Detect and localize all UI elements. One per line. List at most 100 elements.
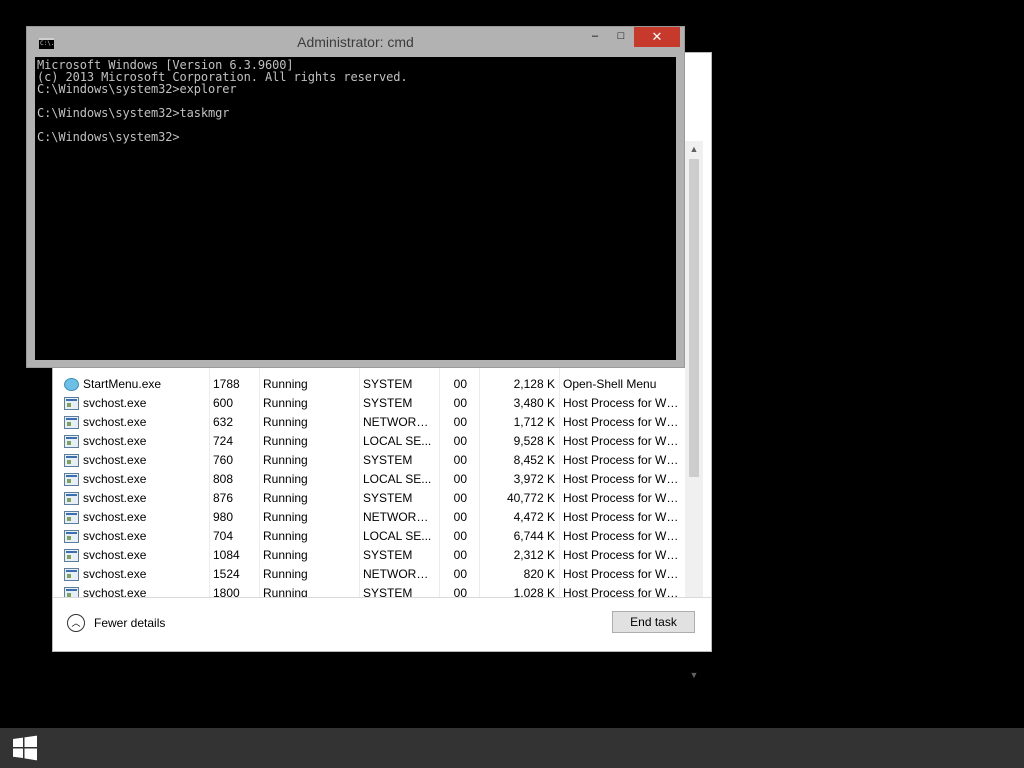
cmd-window[interactable]: C:\. Administrator: cmd – □ ✕ Microsoft …: [26, 26, 685, 368]
process-cpu: 00: [453, 396, 467, 410]
process-status: Running: [263, 491, 308, 505]
process-pid: 632: [213, 415, 234, 429]
process-status: Running: [263, 415, 308, 429]
process-row[interactable]: svchost.exe 600 Running SYSTEM 00 3,480 K Host…: [59, 394, 685, 413]
taskbar: [0, 728, 1024, 768]
service-host-icon: [64, 416, 79, 429]
process-row[interactable]: StartMenu.exe 1788 Running SYSTEM 00 2,128 K O…: [59, 375, 685, 394]
service-host-icon: [64, 511, 79, 524]
process-table-scrollbar[interactable]: ▲ ▼: [685, 141, 703, 680]
open-shell-icon: [64, 378, 79, 391]
process-pid: 980: [213, 510, 234, 524]
process-cpu: 00: [453, 529, 467, 543]
process-status: Running: [263, 567, 308, 581]
process-cpu: 00: [453, 491, 467, 505]
process-description: Host Process for Wi...: [563, 453, 679, 467]
process-description: Host Process for Wi...: [563, 396, 679, 410]
service-host-icon: [64, 454, 79, 467]
process-pid: 760: [213, 453, 234, 467]
process-row[interactable]: svchost.exe 980 Running NETWORK... 00 4,472 K…: [59, 508, 685, 527]
close-button[interactable]: ✕: [634, 27, 680, 47]
process-name: svchost.exe: [83, 434, 147, 448]
service-host-icon: [64, 530, 79, 543]
process-user: NETWORK...: [363, 415, 433, 429]
process-row[interactable]: svchost.exe 876 Running SYSTEM 00 40,772 K Hos…: [59, 489, 685, 508]
process-pid: 1524: [213, 567, 240, 581]
process-row[interactable]: svchost.exe 760 Running SYSTEM 00 8,452 K Host…: [59, 451, 685, 470]
process-status: Running: [263, 548, 308, 562]
scroll-down-arrow-icon[interactable]: ▼: [685, 667, 703, 683]
console-output[interactable]: Microsoft Windows [Version 6.3.9600] (c)…: [35, 57, 676, 360]
process-cpu: 00: [453, 415, 467, 429]
task-manager-footer: ︿ Fewer details End task: [53, 597, 711, 651]
process-cpu: 00: [453, 377, 467, 391]
process-name: svchost.exe: [83, 491, 147, 505]
process-description: Host Process for Wi...: [563, 472, 679, 486]
process-cpu: 00: [453, 510, 467, 524]
process-row[interactable]: svchost.exe 724 Running LOCAL SE... 00 9,528 …: [59, 432, 685, 451]
process-description: Open-Shell Menu: [563, 377, 657, 391]
process-pid: 876: [213, 491, 234, 505]
service-host-icon: [64, 568, 79, 581]
process-name: svchost.exe: [83, 548, 147, 562]
console-line: C:\Windows\system32>taskmgr: [37, 106, 230, 120]
process-user: SYSTEM: [363, 377, 413, 391]
windows-logo-icon[interactable]: [12, 735, 38, 761]
console-prompt: C:\Windows\system32>: [37, 130, 180, 144]
end-task-button[interactable]: End task: [612, 611, 695, 633]
process-status: Running: [263, 472, 308, 486]
process-status: Running: [263, 453, 308, 467]
process-row[interactable]: svchost.exe 704 Running LOCAL SE... 00 6,744 …: [59, 527, 685, 546]
process-user: NETWORK...: [363, 567, 433, 581]
process-name: svchost.exe: [83, 567, 147, 581]
scrollbar-thumb[interactable]: [689, 159, 699, 477]
process-name: svchost.exe: [83, 415, 147, 429]
process-description: Host Process for Wi...: [563, 529, 679, 543]
process-row[interactable]: svchost.exe 632 Running NETWORK... 00 1,712 K…: [59, 413, 685, 432]
process-status: Running: [263, 510, 308, 524]
process-pid: 704: [213, 529, 234, 543]
service-host-icon: [64, 549, 79, 562]
process-description: Host Process for Wi...: [563, 491, 679, 505]
process-memory: 4,472 K: [513, 510, 555, 524]
process-memory: 1,712 K: [513, 415, 555, 429]
cmd-title-bar[interactable]: C:\. Administrator: cmd – □ ✕: [27, 27, 684, 57]
process-name: svchost.exe: [83, 396, 147, 410]
minimize-button[interactable]: –: [582, 27, 608, 47]
console-line: C:\Windows\system32>explorer: [37, 82, 237, 96]
process-user: SYSTEM: [363, 548, 413, 562]
process-memory: 3,480 K: [513, 396, 555, 410]
maximize-button[interactable]: □: [608, 27, 634, 47]
process-memory: 2,128 K: [513, 377, 555, 391]
process-cpu: 00: [453, 453, 467, 467]
process-memory: 6,744 K: [513, 529, 555, 543]
process-name: svchost.exe: [83, 529, 147, 543]
process-cpu: 00: [453, 548, 467, 562]
process-description: Host Process for Wi...: [563, 415, 679, 429]
process-name: StartMenu.exe: [83, 377, 162, 391]
process-row[interactable]: svchost.exe 1524 Running NETWORK... 00 820 K H…: [59, 565, 685, 584]
scroll-up-arrow-icon[interactable]: ▲: [685, 141, 703, 157]
process-status: Running: [263, 529, 308, 543]
process-memory: 820 K: [523, 567, 555, 581]
process-cpu: 00: [453, 567, 467, 581]
process-user: SYSTEM: [363, 453, 413, 467]
process-memory: 40,772 K: [506, 491, 555, 505]
process-user: SYSTEM: [363, 491, 413, 505]
process-name: svchost.exe: [83, 510, 147, 524]
process-pid: 1788: [213, 377, 240, 391]
process-description: Host Process for Wi...: [563, 510, 679, 524]
process-user: LOCAL SE...: [363, 529, 432, 543]
process-description: Host Process for Wi...: [563, 434, 679, 448]
process-pid: 600: [213, 396, 234, 410]
process-status: Running: [263, 377, 308, 391]
process-description: Host Process for Wi...: [563, 567, 679, 581]
service-host-icon: [64, 473, 79, 486]
process-user: NETWORK...: [363, 510, 433, 524]
process-row[interactable]: svchost.exe 1084 Running SYSTEM 00 2,312 K Hos…: [59, 546, 685, 565]
process-memory: 9,528 K: [513, 434, 555, 448]
process-pid: 724: [213, 434, 234, 448]
process-memory: 8,452 K: [513, 453, 555, 467]
process-status: Running: [263, 434, 308, 448]
process-row[interactable]: svchost.exe 808 Running LOCAL SE... 00 3,972 …: [59, 470, 685, 489]
